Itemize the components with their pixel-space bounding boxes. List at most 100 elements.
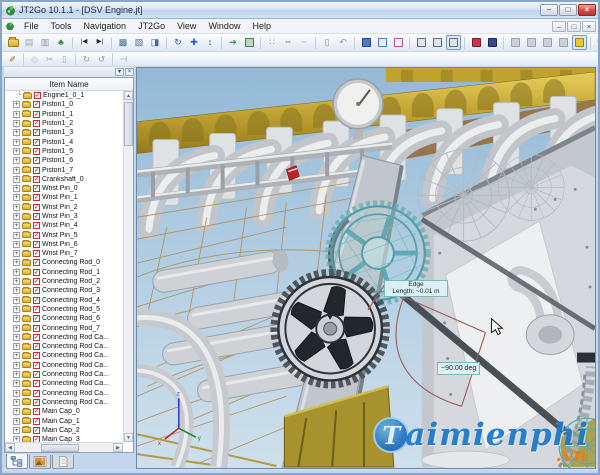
tree-item[interactable]: +✓Wrist Pin_5 xyxy=(5,230,123,239)
shaded-render-icon[interactable] xyxy=(359,35,374,50)
mdi-restore-button[interactable]: □ xyxy=(567,21,581,32)
fit-all-icon[interactable]: ▩ xyxy=(116,35,131,50)
tree-item[interactable]: +✓Piston1_1 xyxy=(5,110,123,119)
expand-icon[interactable]: + xyxy=(13,287,20,294)
menu-help[interactable]: Help xyxy=(246,19,277,33)
expand-icon[interactable]: + xyxy=(13,334,20,341)
scroll-down-icon[interactable]: ▼ xyxy=(124,433,133,442)
delete-measure-icon[interactable]: ▯ xyxy=(58,53,72,66)
expand-icon[interactable]: + xyxy=(13,167,20,174)
line-style-a-icon[interactable]: ╍ xyxy=(281,35,296,50)
tree-item[interactable]: +✓Connecting Rod_1 xyxy=(5,268,123,277)
tree-vertical-scrollbar[interactable]: ▲ ▼ xyxy=(123,91,133,442)
markup-points-icon[interactable]: ∷ xyxy=(265,35,280,50)
angle-measure-callout[interactable]: ~90.00 deg xyxy=(437,362,480,375)
tree-item[interactable]: +✓Connecting Rod Ca... xyxy=(5,333,123,342)
expand-icon[interactable]: + xyxy=(13,194,20,201)
expand-icon[interactable]: + xyxy=(13,232,20,239)
expand-icon[interactable]: + xyxy=(13,362,20,369)
tree-item[interactable]: +✓Main Cap_0 xyxy=(5,407,123,416)
panel-collapse-button[interactable]: ▾ xyxy=(115,68,124,76)
structure-tab[interactable] xyxy=(6,454,28,469)
cube-front-view-icon[interactable] xyxy=(430,35,445,50)
zoom-icon[interactable]: ↕ xyxy=(203,35,218,50)
menu-tools[interactable]: Tools xyxy=(45,19,78,33)
full-screen-icon[interactable] xyxy=(242,35,257,50)
expand-icon[interactable]: + xyxy=(13,418,20,425)
zoom-area-icon[interactable]: ▧ xyxy=(132,35,147,50)
tree-item[interactable]: +✓Piston1_6 xyxy=(5,156,123,165)
tree-item[interactable]: +✓Wrist Pin_3 xyxy=(5,212,123,221)
tree-item[interactable]: +✓Connecting Rod_5 xyxy=(5,305,123,314)
scroll-right-icon[interactable]: ▶ xyxy=(113,443,123,452)
highlight-part-icon[interactable] xyxy=(572,35,587,50)
tree-item[interactable]: +✓Connecting Rod_7 xyxy=(5,323,123,332)
mdi-close-button[interactable]: × xyxy=(582,21,596,32)
tree-item[interactable]: +✓Wrist Pin_1 xyxy=(5,193,123,202)
tree-item[interactable]: +✓Wrist Pin_4 xyxy=(5,221,123,230)
tree-item[interactable]: +✓Piston1_0 xyxy=(5,100,123,109)
tree-item[interactable]: +✓Wrist Pin_7 xyxy=(5,249,123,258)
tree-item[interactable]: +✓Wrist Pin_2 xyxy=(5,203,123,212)
view-preset-4-icon[interactable] xyxy=(556,35,571,50)
tree-item[interactable]: +✓Connecting Rod Ca... xyxy=(5,398,123,407)
tree-item-root[interactable]: └✓Engine1_0_1 xyxy=(5,91,123,100)
expand-icon[interactable]: + xyxy=(13,306,20,313)
close-button[interactable]: × xyxy=(578,4,596,16)
fly-through-icon[interactable]: ➔ xyxy=(226,35,241,50)
tree-item[interactable]: +✓Piston1_5 xyxy=(5,147,123,156)
cut-section-icon[interactable]: ✂ xyxy=(43,53,57,66)
expand-icon[interactable]: + xyxy=(13,315,20,322)
menu-navigation[interactable]: Navigation xyxy=(78,19,133,33)
expand-icon[interactable]: + xyxy=(13,148,20,155)
edge-measure-callout[interactable]: Edge Length: ~0.01 m xyxy=(384,280,448,297)
expand-icon[interactable]: + xyxy=(13,325,20,332)
expand-icon[interactable]: + xyxy=(13,352,20,359)
expand-icon[interactable]: + xyxy=(13,101,20,108)
document-tab[interactable] xyxy=(52,455,74,469)
expand-icon[interactable]: + xyxy=(13,427,20,434)
rotate-ccw-icon[interactable]: ↺ xyxy=(95,53,109,66)
expand-icon[interactable]: + xyxy=(13,269,20,276)
tree-item[interactable]: +✓Connecting Rod_2 xyxy=(5,277,123,286)
menu-jt2go[interactable]: JT2Go xyxy=(132,19,171,33)
viewport-3d[interactable]: z y x Edge Length: ~0.01 m ~90.00 deg T xyxy=(136,67,596,469)
expand-icon[interactable]: + xyxy=(13,259,20,266)
expand-icon[interactable]: + xyxy=(13,278,20,285)
tree-horizontal-scrollbar[interactable]: ◀ ▶ xyxy=(5,442,123,452)
expand-icon[interactable]: + xyxy=(13,408,20,415)
maximize-button[interactable]: □ xyxy=(559,4,577,16)
expand-icon[interactable]: + xyxy=(13,371,20,378)
tree-item[interactable]: +✓Main Cap_1 xyxy=(5,416,123,425)
tree-item[interactable]: +✓Piston1_4 xyxy=(5,137,123,146)
scroll-up-icon[interactable]: ▲ xyxy=(124,91,133,100)
tree-item[interactable]: +✓Connecting Rod Ca... xyxy=(5,379,123,388)
expand-icon[interactable]: + xyxy=(13,222,20,229)
first-frame-icon[interactable]: |◀ xyxy=(77,35,92,50)
align-edge-icon[interactable]: ⊣ xyxy=(117,53,131,66)
tree-item[interactable]: +✓Connecting Rod Ca... xyxy=(5,361,123,370)
expand-icon[interactable]: + xyxy=(13,139,20,146)
expand-icon[interactable]: + xyxy=(13,297,20,304)
save-icon[interactable]: ▤ xyxy=(22,35,37,50)
tree-item[interactable]: +✓Piston1_2 xyxy=(5,119,123,128)
view-preset-2-icon[interactable] xyxy=(524,35,539,50)
tree-item[interactable]: +✓Connecting Rod_3 xyxy=(5,286,123,295)
tree-column-header[interactable]: Item Name xyxy=(5,78,133,91)
menu-file[interactable]: File xyxy=(18,19,45,33)
expand-icon[interactable]: + xyxy=(13,204,20,211)
tree-item[interactable]: +✓Piston1_7 xyxy=(5,165,123,174)
pmi-icon[interactable]: PMI xyxy=(595,35,600,50)
view-preset-1-icon[interactable] xyxy=(508,35,523,50)
tree-item[interactable]: +✓Main Cap_2 xyxy=(5,426,123,435)
tree-item[interactable]: +✓Connecting Rod_0 xyxy=(5,258,123,267)
mdi-minimize-button[interactable]: – xyxy=(552,21,566,32)
jt2go-home-icon[interactable]: ♣ xyxy=(54,35,69,50)
tree-item[interactable]: +✓Piston1_3 xyxy=(5,128,123,137)
line-style-b-icon[interactable]: ╌ xyxy=(297,35,312,50)
hidden-line-render-icon[interactable] xyxy=(391,35,406,50)
expand-icon[interactable]: + xyxy=(13,380,20,387)
expand-icon[interactable]: + xyxy=(13,157,20,164)
vertical-scroll-thumb[interactable] xyxy=(124,102,133,146)
expand-icon[interactable]: + xyxy=(13,390,20,397)
